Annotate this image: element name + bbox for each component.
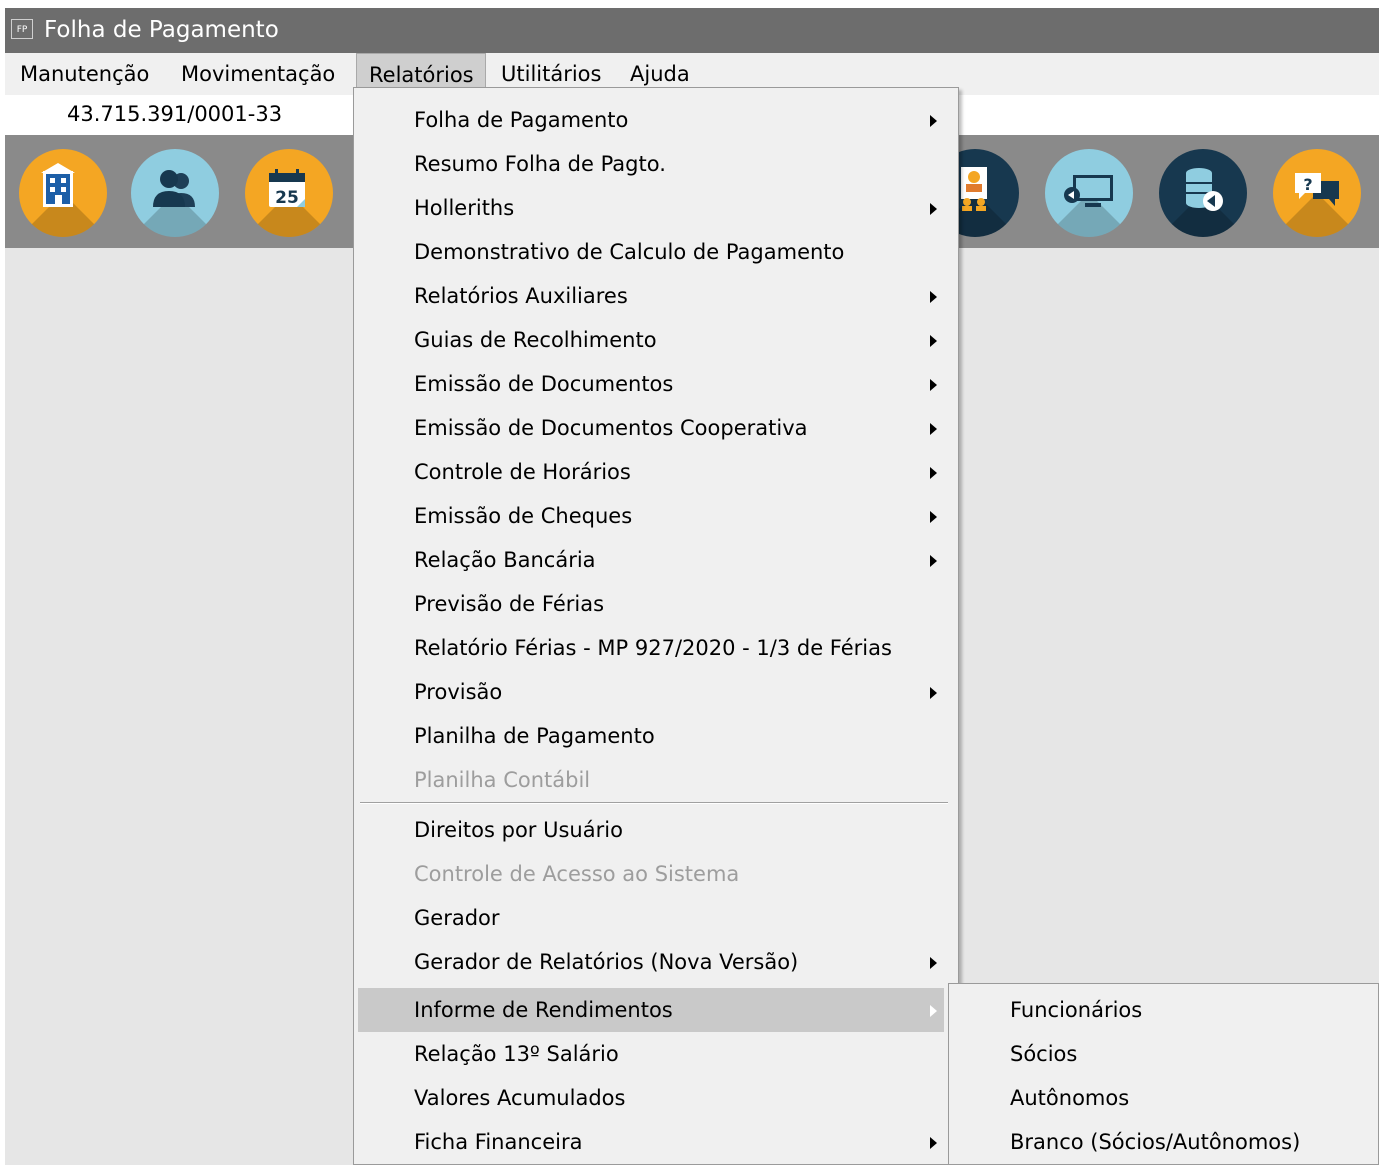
menu-item-planilha-pagamento[interactable]: Planilha de Pagamento [358,714,944,758]
informe-rendimentos-submenu: Funcionários Sócios Autônomos Branco (Só… [948,983,1379,1165]
relatorios-dropdown: Folha de Pagamento Resumo Folha de Pagto… [353,87,959,1165]
menu-item-controle-acesso: Controle de Acesso ao Sistema [358,852,944,896]
menu-item-label: Controle de Acesso ao Sistema [414,862,740,886]
submenu-item-label: Sócios [1010,1042,1078,1066]
window-title: Folha de Pagamento [44,17,279,43]
submenu-arrow-icon [930,335,937,347]
menu-item-label: Ficha Financeira [414,1130,583,1154]
svg-text:?: ? [1303,175,1312,194]
menu-item-label: Controle de Horários [414,460,631,484]
building-icon[interactable] [19,149,107,237]
menu-item-label: Guias de Recolhimento [414,328,657,352]
submenu-item-branco[interactable]: Branco (Sócios/Autônomos) [953,1120,1373,1164]
company-cnpj: 43.715.391/0001-33 [67,102,283,126]
submenu-arrow-icon [930,1137,937,1149]
submenu-arrow-icon [930,203,937,215]
menu-item-provisao[interactable]: Provisão [358,670,944,714]
submenu-arrow-icon [930,1005,937,1017]
submenu-arrow-icon [930,555,937,567]
menu-item-ficha-financeira[interactable]: Ficha Financeira [358,1120,944,1164]
menu-item-previsao-ferias[interactable]: Previsão de Férias [358,582,944,626]
submenu-arrow-icon [930,115,937,127]
menu-item-guias-recolhimento[interactable]: Guias de Recolhimento [358,318,944,362]
menu-item-gerador[interactable]: Gerador [358,896,944,940]
menu-movimentacao[interactable]: Movimentação [181,53,335,95]
menu-item-label: Emissão de Documentos [414,372,674,396]
submenu-arrow-icon [930,511,937,523]
submenu-item-label: Autônomos [1010,1086,1130,1110]
menu-item-emissao-documentos[interactable]: Emissão de Documentos [358,362,944,406]
database-restore-icon[interactable] [1159,149,1247,237]
menu-item-direitos-usuario[interactable]: Direitos por Usuário [358,808,944,852]
menu-item-label: Valores Acumulados [414,1086,626,1110]
menu-item-label: Previsão de Férias [414,592,605,616]
menu-item-relacao-13-salario[interactable]: Relação 13º Salário [358,1032,944,1076]
submenu-arrow-icon [930,379,937,391]
title-bar[interactable]: FP Folha de Pagamento [5,8,1379,53]
menu-item-controle-horarios[interactable]: Controle de Horários [358,450,944,494]
menu-item-label: Gerador de Relatórios (Nova Versão) [414,950,799,974]
menu-item-label: Provisão [414,680,503,704]
svg-text:25: 25 [275,188,299,208]
monitor-arrow-icon[interactable] [1045,149,1133,237]
menu-item-label: Informe de Rendimentos [414,998,673,1022]
submenu-item-label: Funcionários [1010,998,1143,1022]
calendar-icon[interactable]: 25 [245,149,333,237]
menu-item-relatorios-auxiliares[interactable]: Relatórios Auxiliares [358,274,944,318]
submenu-item-label: Branco (Sócios/Autônomos) [1010,1130,1301,1154]
menu-item-label: Folha de Pagamento [414,108,629,132]
menu-item-emissao-documentos-cooperativa[interactable]: Emissão de Documentos Cooperativa [358,406,944,450]
help-chat-icon[interactable]: ? [1273,149,1361,237]
menu-item-holleriths[interactable]: Holleriths [358,186,944,230]
menu-item-relatorio-ferias-mp[interactable]: Relatório Férias - MP 927/2020 - 1/3 de … [358,626,944,670]
menu-item-label: Relação 13º Salário [414,1042,619,1066]
submenu-item-funcionarios[interactable]: Funcionários [953,988,1373,1032]
menu-item-label: Demonstrativo de Calculo de Pagamento [414,240,845,264]
menu-item-label: Emissão de Documentos Cooperativa [414,416,808,440]
menu-item-label: Relação Bancária [414,548,596,572]
menu-item-label: Gerador [414,906,500,930]
submenu-item-socios[interactable]: Sócios [953,1032,1373,1076]
menu-item-resumo-folha[interactable]: Resumo Folha de Pagto. [358,142,944,186]
menu-item-gerador-relatorios-nova[interactable]: Gerador de Relatórios (Nova Versão) [358,940,944,984]
submenu-arrow-icon [930,291,937,303]
menu-item-label: Relatórios Auxiliares [414,284,628,308]
menu-item-label: Direitos por Usuário [414,818,623,842]
menu-item-label: Planilha Contábil [414,768,591,792]
menu-item-demonstrativo-calculo[interactable]: Demonstrativo de Calculo de Pagamento [358,230,944,274]
menu-separator [360,802,948,804]
menu-item-folha-de-pagamento[interactable]: Folha de Pagamento [358,98,944,142]
menu-item-relacao-bancaria[interactable]: Relação Bancária [358,538,944,582]
users-icon[interactable] [131,149,219,237]
app-icon: FP [11,19,33,39]
menu-item-label: Emissão de Cheques [414,504,633,528]
menu-item-label: Planilha de Pagamento [414,724,655,748]
menu-item-label: Relatório Férias - MP 927/2020 - 1/3 de … [414,636,892,660]
submenu-item-autonomos[interactable]: Autônomos [953,1076,1373,1120]
menu-item-planilha-contabil: Planilha Contábil [358,758,944,802]
menu-item-label: Holleriths [414,196,515,220]
menu-manutencao[interactable]: Manutenção [20,53,149,95]
submenu-arrow-icon [930,687,937,699]
menu-item-valores-acumulados[interactable]: Valores Acumulados [358,1076,944,1120]
submenu-arrow-icon [930,423,937,435]
submenu-arrow-icon [930,957,937,969]
submenu-arrow-icon [930,467,937,479]
menu-item-emissao-cheques[interactable]: Emissão de Cheques [358,494,944,538]
menu-item-label: Resumo Folha de Pagto. [414,152,666,176]
menu-item-informe-rendimentos[interactable]: Informe de Rendimentos [358,988,944,1032]
